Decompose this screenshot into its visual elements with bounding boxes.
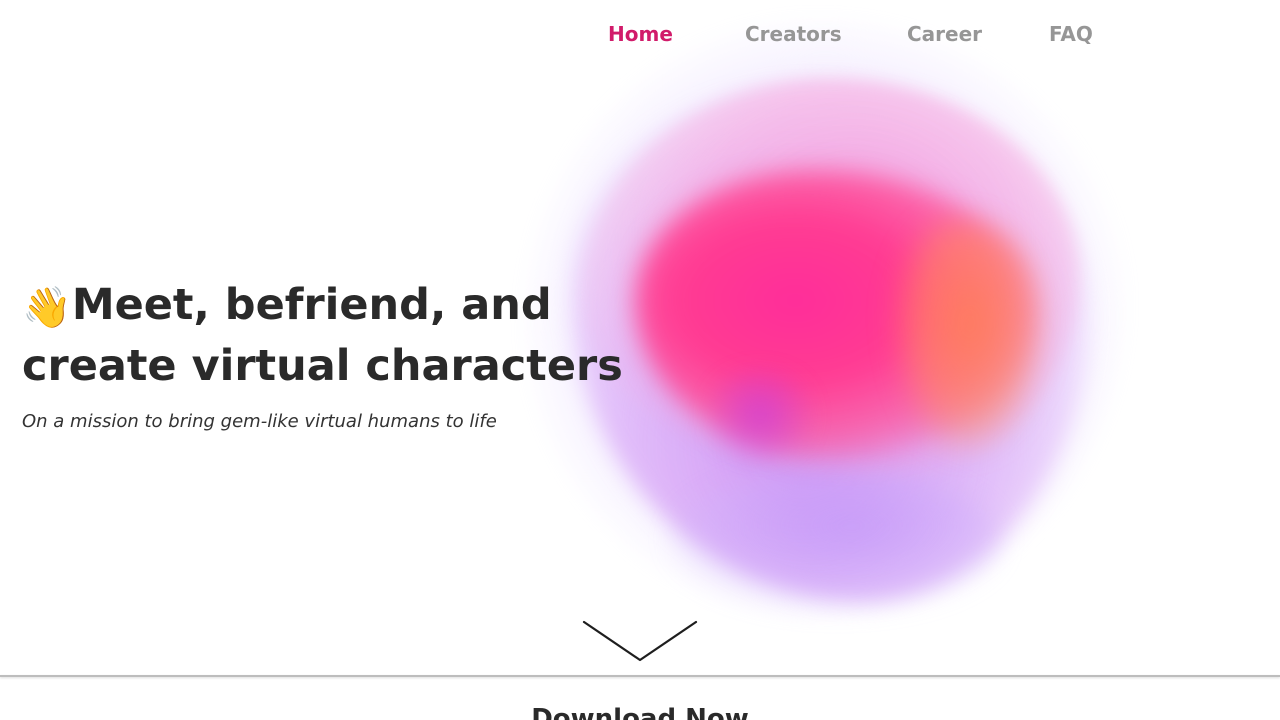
section-divider [0,675,1280,677]
landing-page: Home Creators Career FAQ 👋Meet, befriend… [0,0,1280,720]
hero-title: 👋Meet, befriend, and create virtual char… [22,276,642,395]
hero-title-line1: Meet, befriend, and [71,280,552,330]
hero-title-line2: create virtual characters [22,341,623,391]
download-section-title: Download Now [531,704,749,720]
blob-magenta-spot [700,370,820,460]
nav-link-creators[interactable]: Creators [745,22,842,46]
waving-hand-icon: 👋 [22,285,72,331]
nav-link-home[interactable]: Home [608,22,673,46]
nav-link-faq[interactable]: FAQ [1049,22,1093,46]
hero-section: 👋Meet, befriend, and create virtual char… [22,276,642,432]
hero-subtitle: On a mission to bring gem-like virtual h… [22,411,497,432]
scroll-down-button[interactable] [582,618,698,664]
nav-link-career[interactable]: Career [907,22,982,46]
blob-lavender-layer [670,470,1000,610]
chevron-down-icon [582,620,698,662]
